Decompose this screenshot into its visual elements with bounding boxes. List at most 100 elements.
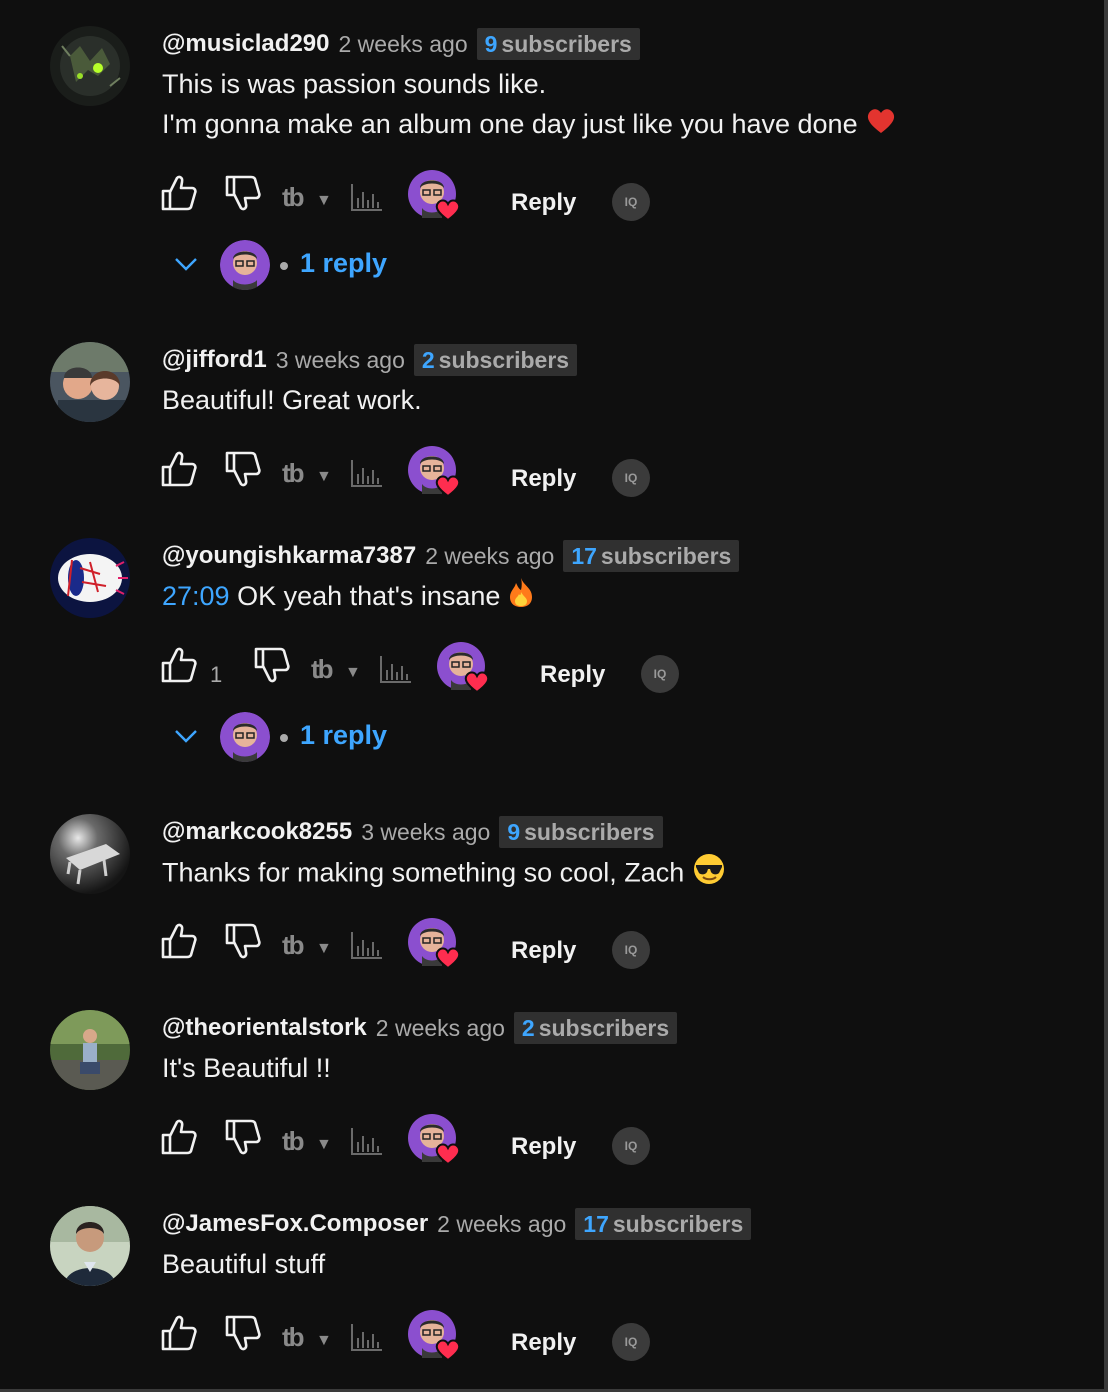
- thumbs-down-icon: [225, 1315, 261, 1351]
- iq-extension-icon[interactable]: IQ: [612, 931, 650, 969]
- subscriber-count: 9: [507, 819, 521, 845]
- caret-down-icon[interactable]: ▼: [316, 940, 332, 958]
- reply-button[interactable]: Reply: [540, 661, 605, 689]
- caret-down-icon[interactable]: ▼: [316, 1136, 332, 1154]
- creator-heart-avatar[interactable]: [408, 446, 461, 498]
- avatar[interactable]: [50, 1010, 130, 1090]
- iq-extension-icon[interactable]: IQ: [612, 459, 650, 497]
- subscriber-label: subscribers: [501, 31, 632, 57]
- tb-extension-logo[interactable]: tb: [282, 1126, 305, 1157]
- creator-heart-avatar[interactable]: [408, 1114, 461, 1166]
- comment-time[interactable]: 2 weeks ago: [338, 31, 467, 58]
- like-button[interactable]: [160, 1314, 198, 1357]
- tb-extension-logo[interactable]: tb: [282, 182, 305, 213]
- avatar[interactable]: [50, 538, 130, 618]
- like-button[interactable]: [160, 1118, 198, 1161]
- thumbs-up-icon: [161, 175, 197, 211]
- comment-time[interactable]: 3 weeks ago: [361, 819, 490, 846]
- chevron-down-icon: [175, 258, 197, 271]
- tb-extension-logo[interactable]: tb: [282, 458, 305, 489]
- thumbs-down-icon: [225, 175, 261, 211]
- like-button[interactable]: [160, 646, 198, 689]
- thumbs-down-icon: [225, 923, 261, 959]
- avatar[interactable]: [50, 26, 130, 106]
- creator-heart-avatar[interactable]: [408, 918, 461, 970]
- thumbs-up-icon: [161, 923, 197, 959]
- dislike-button[interactable]: [224, 450, 262, 493]
- thumbs-up-icon: [161, 451, 197, 487]
- bar-chart-icon[interactable]: [350, 458, 384, 493]
- comment-text: Beautiful! Great work.: [162, 380, 1082, 420]
- comments-section: @musiclad290 2 weeks ago 9 subscribers Th…: [0, 0, 1108, 1392]
- dislike-button[interactable]: [224, 1118, 262, 1161]
- subscriber-label: subscribers: [538, 1015, 670, 1041]
- tb-extension-logo[interactable]: tb: [282, 930, 305, 961]
- like-button[interactable]: [160, 174, 198, 217]
- iq-extension-icon[interactable]: IQ: [641, 655, 679, 693]
- comment-author[interactable]: @JamesFox.Composer: [162, 1210, 428, 1238]
- comment-line-text: I'm gonna make an album one day just lik…: [162, 109, 858, 139]
- comment-text: It's Beautiful !!: [162, 1048, 1082, 1088]
- bar-chart-icon[interactable]: [379, 654, 413, 689]
- comment-line: Beautiful stuff: [162, 1249, 326, 1279]
- bar-chart-icon[interactable]: [350, 930, 384, 965]
- dislike-button[interactable]: [224, 174, 262, 217]
- window-edge: [1104, 0, 1108, 1392]
- subscriber-count: 2: [521, 1015, 535, 1041]
- comment-author[interactable]: @musiclad290: [162, 30, 329, 58]
- subscriber-label: subscribers: [612, 1211, 744, 1237]
- comment-text: Beautiful stuff: [162, 1244, 1082, 1284]
- video-timestamp-link[interactable]: 27:09: [162, 581, 230, 611]
- creator-heart-avatar[interactable]: [408, 1310, 461, 1362]
- bar-chart-icon[interactable]: [350, 182, 384, 217]
- reply-button[interactable]: Reply: [511, 189, 576, 217]
- comment-author[interactable]: @markcook8255: [162, 818, 352, 846]
- comment-line: This is was passion sounds like.: [162, 69, 547, 99]
- replies-count: 1 reply: [300, 720, 388, 750]
- view-replies-button[interactable]: 1 reply: [174, 712, 474, 766]
- red-heart-emoji: [866, 106, 896, 146]
- comment-time[interactable]: 2 weeks ago: [376, 1015, 505, 1042]
- avatar[interactable]: [50, 814, 130, 894]
- comment-time[interactable]: 2 weeks ago: [425, 543, 554, 570]
- like-button[interactable]: [160, 922, 198, 965]
- caret-down-icon[interactable]: ▼: [345, 664, 361, 682]
- reply-button[interactable]: Reply: [511, 937, 576, 965]
- subscriber-label: subscribers: [524, 819, 655, 845]
- dislike-button[interactable]: [253, 646, 291, 689]
- creator-heart-avatar[interactable]: [437, 642, 490, 694]
- dislike-button[interactable]: [224, 922, 262, 965]
- subscriber-count: 17: [583, 1211, 609, 1237]
- reply-button[interactable]: Reply: [511, 465, 576, 493]
- iq-extension-icon[interactable]: IQ: [612, 183, 650, 221]
- comment-text: 27:09 OK yeah that's insane: [162, 576, 1082, 619]
- bar-chart-icon[interactable]: [350, 1322, 384, 1357]
- creator-heart-avatar[interactable]: [408, 170, 461, 222]
- tb-extension-logo[interactable]: tb: [311, 654, 334, 685]
- dislike-button[interactable]: [224, 1314, 262, 1357]
- comment-text: Thanks for making something so cool, Zac…: [162, 852, 1082, 897]
- iq-extension-icon[interactable]: IQ: [612, 1323, 650, 1361]
- like-count: 1: [210, 662, 223, 687]
- iq-extension-icon[interactable]: IQ: [612, 1127, 650, 1165]
- avatar[interactable]: [50, 342, 130, 422]
- comment-author[interactable]: @jifford1: [162, 346, 267, 374]
- comment-time[interactable]: 3 weeks ago: [276, 347, 405, 374]
- caret-down-icon[interactable]: ▼: [316, 468, 332, 486]
- comment-author[interactable]: @theorientalstork: [162, 1014, 367, 1042]
- bar-chart-icon[interactable]: [350, 1126, 384, 1161]
- like-button[interactable]: [160, 450, 198, 493]
- subscriber-badge: 9 subscribers: [476, 28, 640, 60]
- reply-button[interactable]: Reply: [511, 1133, 576, 1161]
- reply-button[interactable]: Reply: [511, 1329, 576, 1357]
- caret-down-icon[interactable]: ▼: [316, 192, 332, 210]
- comment-line-2: I'm gonna make an album one day just lik…: [162, 104, 1082, 146]
- caret-down-icon[interactable]: ▼: [316, 1332, 332, 1350]
- comment-time[interactable]: 2 weeks ago: [437, 1211, 566, 1238]
- comment-author[interactable]: @youngishkarma7387: [162, 542, 416, 570]
- avatar[interactable]: [50, 1206, 130, 1286]
- view-replies-button[interactable]: 1 reply: [174, 240, 474, 294]
- comment-line-text: OK yeah that's insane: [237, 581, 501, 611]
- tb-extension-logo[interactable]: tb: [282, 1322, 305, 1353]
- comment-line-1: 27:09 OK yeah that's insane: [162, 576, 1082, 619]
